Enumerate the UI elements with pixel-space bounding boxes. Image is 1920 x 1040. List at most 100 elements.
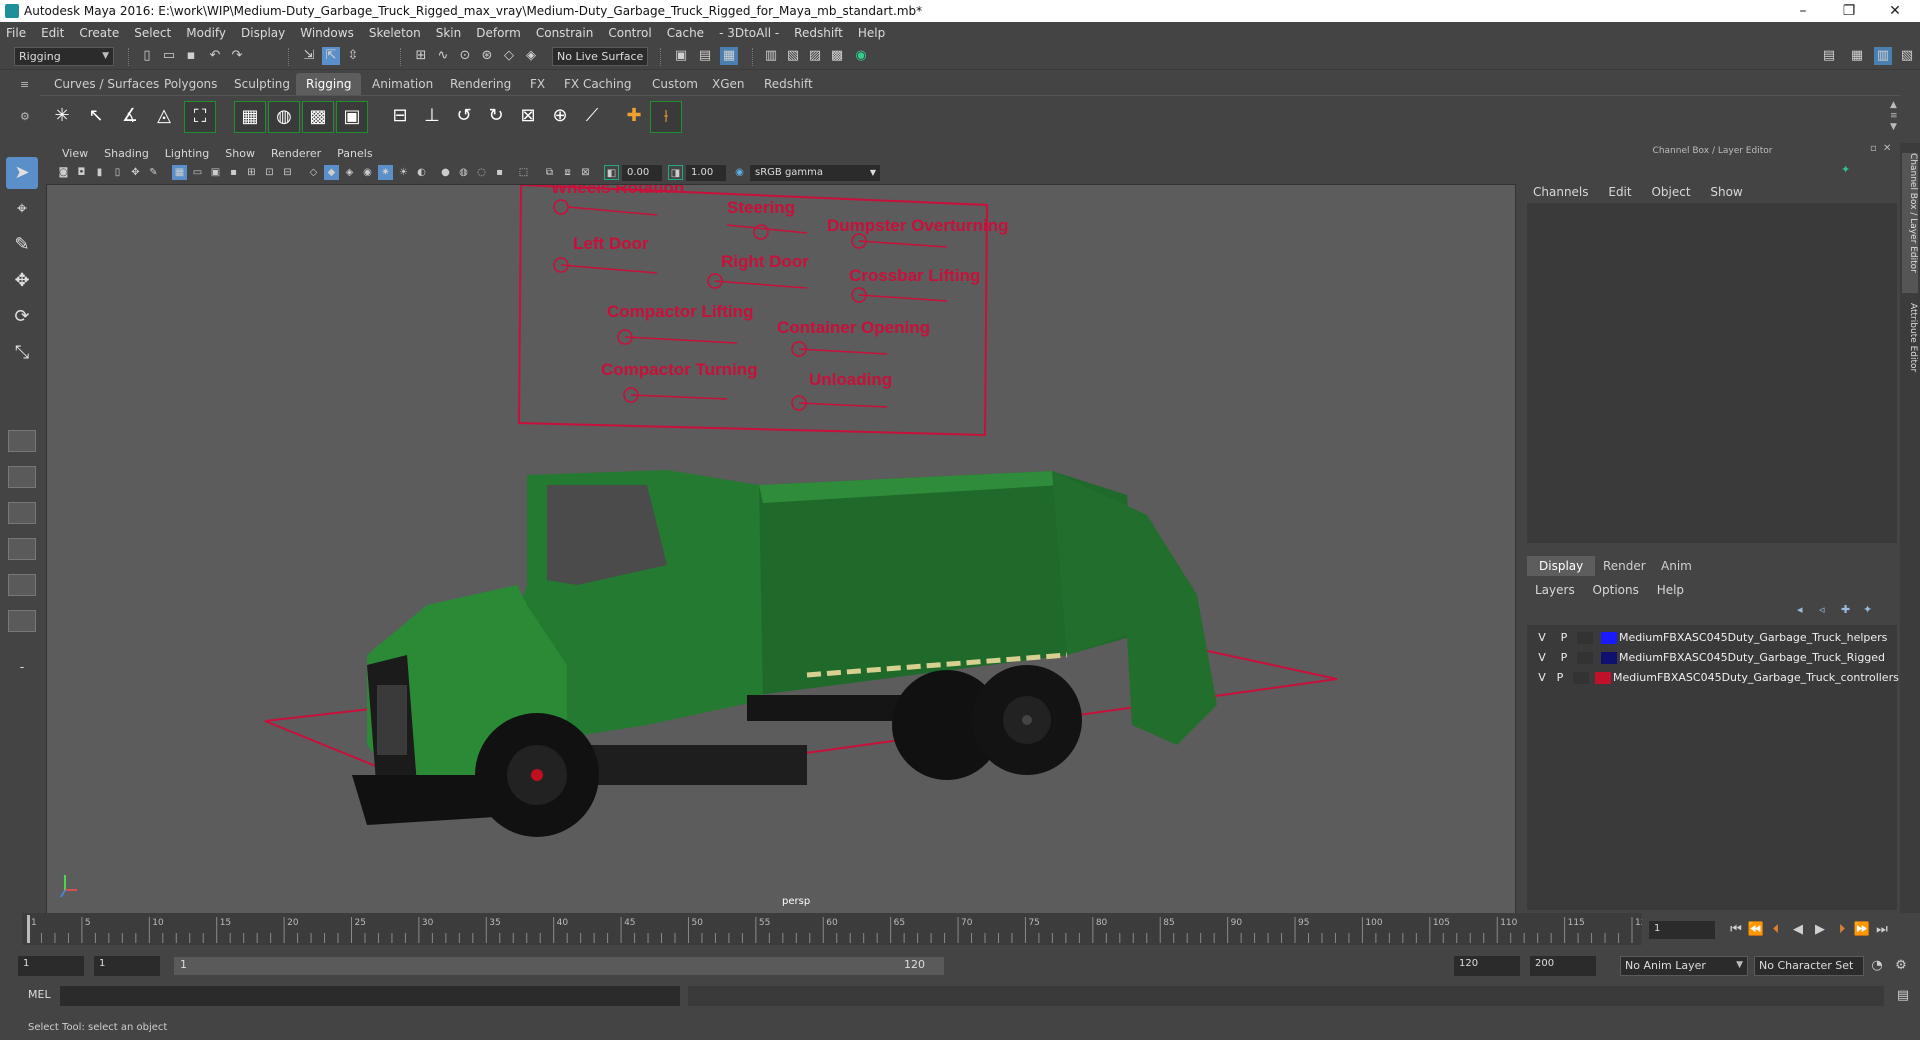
smooth-shade-icon[interactable]: ◆ (324, 165, 339, 180)
blend-shape-icon[interactable]: ⟋ (576, 101, 608, 133)
snap-grid-icon[interactable]: ⊞ (412, 47, 430, 65)
scale-tool-icon[interactable]: ⤡ (6, 337, 38, 369)
tab-xgen[interactable]: XGen (702, 73, 755, 95)
menu-windows[interactable]: Windows (300, 26, 354, 40)
textured-icon[interactable]: ◉ (360, 165, 375, 180)
layer-visibility-toggle[interactable]: V (1535, 631, 1549, 644)
aim-constraint-icon[interactable]: ⊠ (512, 101, 544, 133)
time-ruler[interactable]: 1 5 10 15 20 25 30 35 40 45 50 55 60 65 70 75 80 85 90 95 10… (22, 913, 1652, 945)
tab-custom[interactable]: Custom (642, 73, 708, 95)
shadows-icon[interactable]: ☀ (396, 165, 411, 180)
ik-handle-icon[interactable]: ∡ (114, 101, 146, 133)
close-button[interactable]: ✕ (1872, 0, 1918, 22)
layer-display-type[interactable] (1577, 632, 1593, 644)
input-ops-icon[interactable]: ▣ (672, 47, 690, 65)
layout-menu-icon[interactable]: - (6, 651, 38, 683)
current-frame-field[interactable]: 1 (1649, 921, 1715, 939)
color-space-dropdown[interactable]: sRGB gamma ▼ (750, 165, 880, 181)
tab-render[interactable]: Render (1591, 556, 1658, 576)
lattice-icon[interactable]: ▩ (302, 101, 334, 133)
command-input[interactable] (60, 986, 680, 1006)
isolate-select-icon[interactable]: ⬚ (516, 165, 531, 180)
exposure-icon[interactable]: ◧ (604, 165, 619, 180)
menu-display[interactable]: Display (241, 26, 285, 40)
single-perspective-layout-icon[interactable] (8, 430, 36, 452)
select-hierarchy-icon[interactable]: ⇲ (300, 47, 318, 65)
menu-modify[interactable]: Modify (186, 26, 226, 40)
viewport-menu-renderer[interactable]: Renderer (271, 147, 321, 160)
tab-rendering[interactable]: Rendering (440, 73, 521, 95)
controller-icon[interactable]: ⟊ (650, 101, 682, 133)
animation-end-field[interactable]: 200 (1530, 956, 1596, 976)
tab-channel-box-layer-editor[interactable]: Channel Box / Layer Editor (1902, 153, 1918, 293)
render-current-icon[interactable]: ▧ (784, 47, 802, 65)
select-objects-icon[interactable]: ⇱ (322, 47, 340, 65)
tab-polygons[interactable]: Polygons (154, 73, 227, 95)
use-all-lights-icon[interactable]: ✷ (378, 165, 393, 180)
menu-file[interactable]: File (6, 26, 26, 40)
motion-blur-icon[interactable]: ◍ (456, 165, 471, 180)
locator-icon[interactable]: ✚ (618, 101, 650, 133)
hypershade-icon[interactable]: ◉ (852, 47, 870, 65)
tool-settings-toggle-icon[interactable]: ▧ (1898, 47, 1916, 65)
layer-row[interactable]: V P MediumFBXASC045Duty_Garbage_Truck_he… (1527, 629, 1892, 647)
animation-start-field[interactable]: 1 (18, 956, 84, 976)
viewport-scene[interactable]: Wheels Rotation Steering Dumpster Overtu… (47, 185, 1516, 914)
go-to-start-icon[interactable]: ⏮ (1727, 921, 1745, 939)
grid-toggle-icon[interactable]: ▦ (172, 165, 187, 180)
snap-live-icon[interactable]: ◈ (522, 47, 540, 65)
scale-constraint-icon[interactable]: ↻ (480, 101, 512, 133)
float-panel-icon[interactable]: ▫ (1870, 143, 1882, 157)
ipr-render-icon[interactable]: ▨ (806, 47, 824, 65)
step-back-key-icon[interactable]: ⏴ (1767, 921, 1785, 939)
resolution-gate-icon[interactable]: ▣ (208, 165, 223, 180)
layer-playback-toggle[interactable]: P (1557, 631, 1571, 644)
menu-channel-show[interactable]: Show (1710, 185, 1742, 199)
tab-fx[interactable]: FX (520, 73, 555, 95)
tab-sculpting[interactable]: Sculpting (224, 73, 300, 95)
point-constraint-icon[interactable]: ⊥ (416, 101, 448, 133)
layer-playback-toggle[interactable]: P (1553, 671, 1567, 684)
menu-set-dropdown[interactable]: Rigging ▼ (14, 47, 114, 66)
tab-animation[interactable]: Animation (362, 73, 443, 95)
tab-fx-caching[interactable]: FX Caching (554, 73, 641, 95)
layer-display-type[interactable] (1577, 652, 1593, 664)
parent-constraint-icon[interactable]: ⊟ (384, 101, 416, 133)
layer-row[interactable]: V P MediumFBXASC045Duty_Garbage_Truck_co… (1527, 669, 1899, 687)
color-management-icon[interactable]: ◉ (732, 165, 747, 180)
menu-select[interactable]: Select (134, 26, 171, 40)
xray-active-icon[interactable]: ⧈ (560, 165, 575, 180)
ik-spline-icon[interactable]: ◬ (148, 101, 180, 133)
insert-joint-icon[interactable]: ↖ (80, 101, 112, 133)
field-chart-icon[interactable]: ⊞ (244, 165, 259, 180)
grease-pencil-icon[interactable]: ✎ (146, 165, 161, 180)
tab-curves-surfaces[interactable]: Curves / Surfaces (44, 73, 169, 95)
close-panel-icon[interactable]: ✕ (1883, 143, 1895, 157)
current-time-marker[interactable] (27, 915, 30, 943)
menu-object[interactable]: Object (1651, 185, 1690, 199)
channel-box-toggle-icon[interactable]: ▥ (1874, 47, 1892, 65)
layer-display-type[interactable] (1573, 672, 1589, 684)
move-layer-down-icon[interactable]: ◃ (1819, 603, 1833, 617)
lasso-tool-icon[interactable]: ⌖ (6, 193, 38, 225)
ambient-occlusion-icon[interactable]: ● (438, 165, 453, 180)
depth-of-field-icon[interactable]: ▪ (492, 165, 507, 180)
shelf-menu-icon[interactable]: ≡ (20, 78, 36, 92)
tab-rigging[interactable]: Rigging (296, 73, 362, 95)
xray-icon[interactable]: ◐ (414, 165, 429, 180)
play-forwards-icon[interactable]: ▶ (1811, 921, 1829, 939)
menu-help[interactable]: Help (858, 26, 885, 40)
menu-edit[interactable]: Edit (41, 26, 64, 40)
auto-key-icon[interactable]: ◔ (1868, 957, 1886, 975)
modeling-toolkit-icon[interactable]: ▤ (1820, 47, 1838, 65)
tab-anim[interactable]: Anim (1649, 556, 1704, 576)
viewport-menu-view[interactable]: View (62, 147, 88, 160)
maximize-button[interactable]: ❐ (1826, 0, 1872, 22)
output-ops-icon[interactable]: ▤ (696, 47, 714, 65)
time-slider[interactable]: 1 5 10 15 20 25 30 35 40 45 50 55 60 65 70 75 80 85 90 95 10… (22, 913, 1652, 945)
safe-action-icon[interactable]: ⊡ (262, 165, 277, 180)
viewport-menu-shading[interactable]: Shading (104, 147, 149, 160)
menu-3dtoall[interactable]: - 3DtoAll - (719, 26, 779, 40)
wireframe-on-shaded-icon[interactable]: ◈ (342, 165, 357, 180)
layer-visibility-toggle[interactable]: V (1535, 671, 1549, 684)
